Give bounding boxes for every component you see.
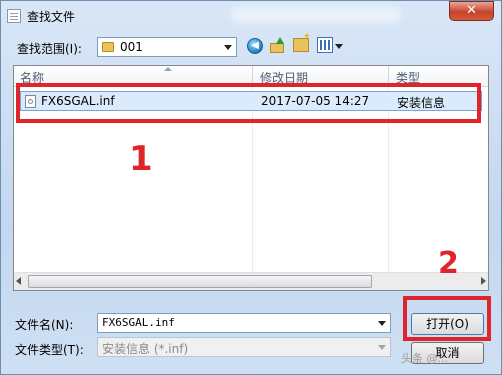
annotation-marker-2: 2: [438, 246, 459, 281]
close-button[interactable]: ✕: [449, 1, 494, 21]
toolbar: 查找范围(I): 001 ◀: [1, 32, 501, 59]
back-icon[interactable]: ◀: [247, 38, 263, 54]
view-menu-dropdown-icon[interactable]: [335, 44, 343, 49]
view-menu-icon[interactable]: [317, 37, 333, 53]
chevron-down-icon: [378, 345, 386, 350]
up-folder-icon[interactable]: [269, 37, 287, 55]
filename-input[interactable]: FX6SGAL.inf: [97, 313, 391, 333]
filetype-value: 安装信息 (*.inf): [102, 342, 189, 356]
column-header-name[interactable]: 名称: [20, 69, 44, 86]
lookin-label: 查找范围(I):: [17, 42, 82, 56]
inf-file-icon: [25, 95, 36, 108]
scroll-right-icon[interactable]: [481, 277, 486, 285]
file-list[interactable]: 名称 修改日期 类型 FX6SGAL.inf 2017-07-05 14:27 …: [13, 65, 489, 291]
filetype-dropdown[interactable]: 安装信息 (*.inf): [97, 337, 391, 357]
file-name: FX6SGAL.inf: [41, 94, 115, 108]
file-modified: 2017-07-05 14:27: [261, 94, 370, 108]
scroll-left-icon[interactable]: [16, 277, 21, 285]
file-row[interactable]: FX6SGAL.inf 2017-07-05 14:27 安装信息: [20, 91, 482, 111]
title-bar: 查找文件 ✕: [1, 1, 501, 31]
horizontal-scrollbar[interactable]: [14, 272, 488, 290]
column-divider[interactable]: [388, 66, 389, 86]
column-header-type[interactable]: 类型: [396, 69, 420, 86]
column-header-modified[interactable]: 修改日期: [260, 69, 308, 86]
column-divider[interactable]: [252, 66, 253, 86]
sort-ascending-icon: [164, 67, 172, 71]
filetype-label: 文件类型(T):: [15, 343, 84, 357]
filename-value: FX6SGAL.inf: [102, 316, 175, 329]
lookin-value: 001: [120, 40, 143, 54]
new-folder-icon[interactable]: [293, 32, 311, 52]
open-button[interactable]: 打开(O): [411, 313, 484, 335]
column-gridline: [388, 86, 389, 272]
open-file-dialog: 查找文件 ✕ 查找范围(I): 001 ◀ 名称 修改日期 类型 FX6SGAL…: [0, 0, 502, 375]
scrollbar-thumb[interactable]: [28, 275, 372, 288]
list-header: 名称 修改日期 类型: [14, 66, 488, 87]
filename-label: 文件名(N):: [15, 318, 74, 332]
chevron-down-icon[interactable]: [378, 321, 386, 326]
window-title: 查找文件: [27, 10, 76, 24]
blurred-title-region: [231, 7, 401, 23]
watermark: 头条 @...: [401, 352, 448, 365]
folder-icon: [102, 42, 114, 52]
chevron-down-icon: [224, 45, 232, 50]
column-gridline: [252, 86, 253, 272]
file-type: 安装信息: [397, 96, 446, 110]
document-icon: [7, 9, 21, 23]
lookin-dropdown[interactable]: 001: [97, 37, 237, 57]
annotation-marker-1: 1: [129, 139, 153, 179]
